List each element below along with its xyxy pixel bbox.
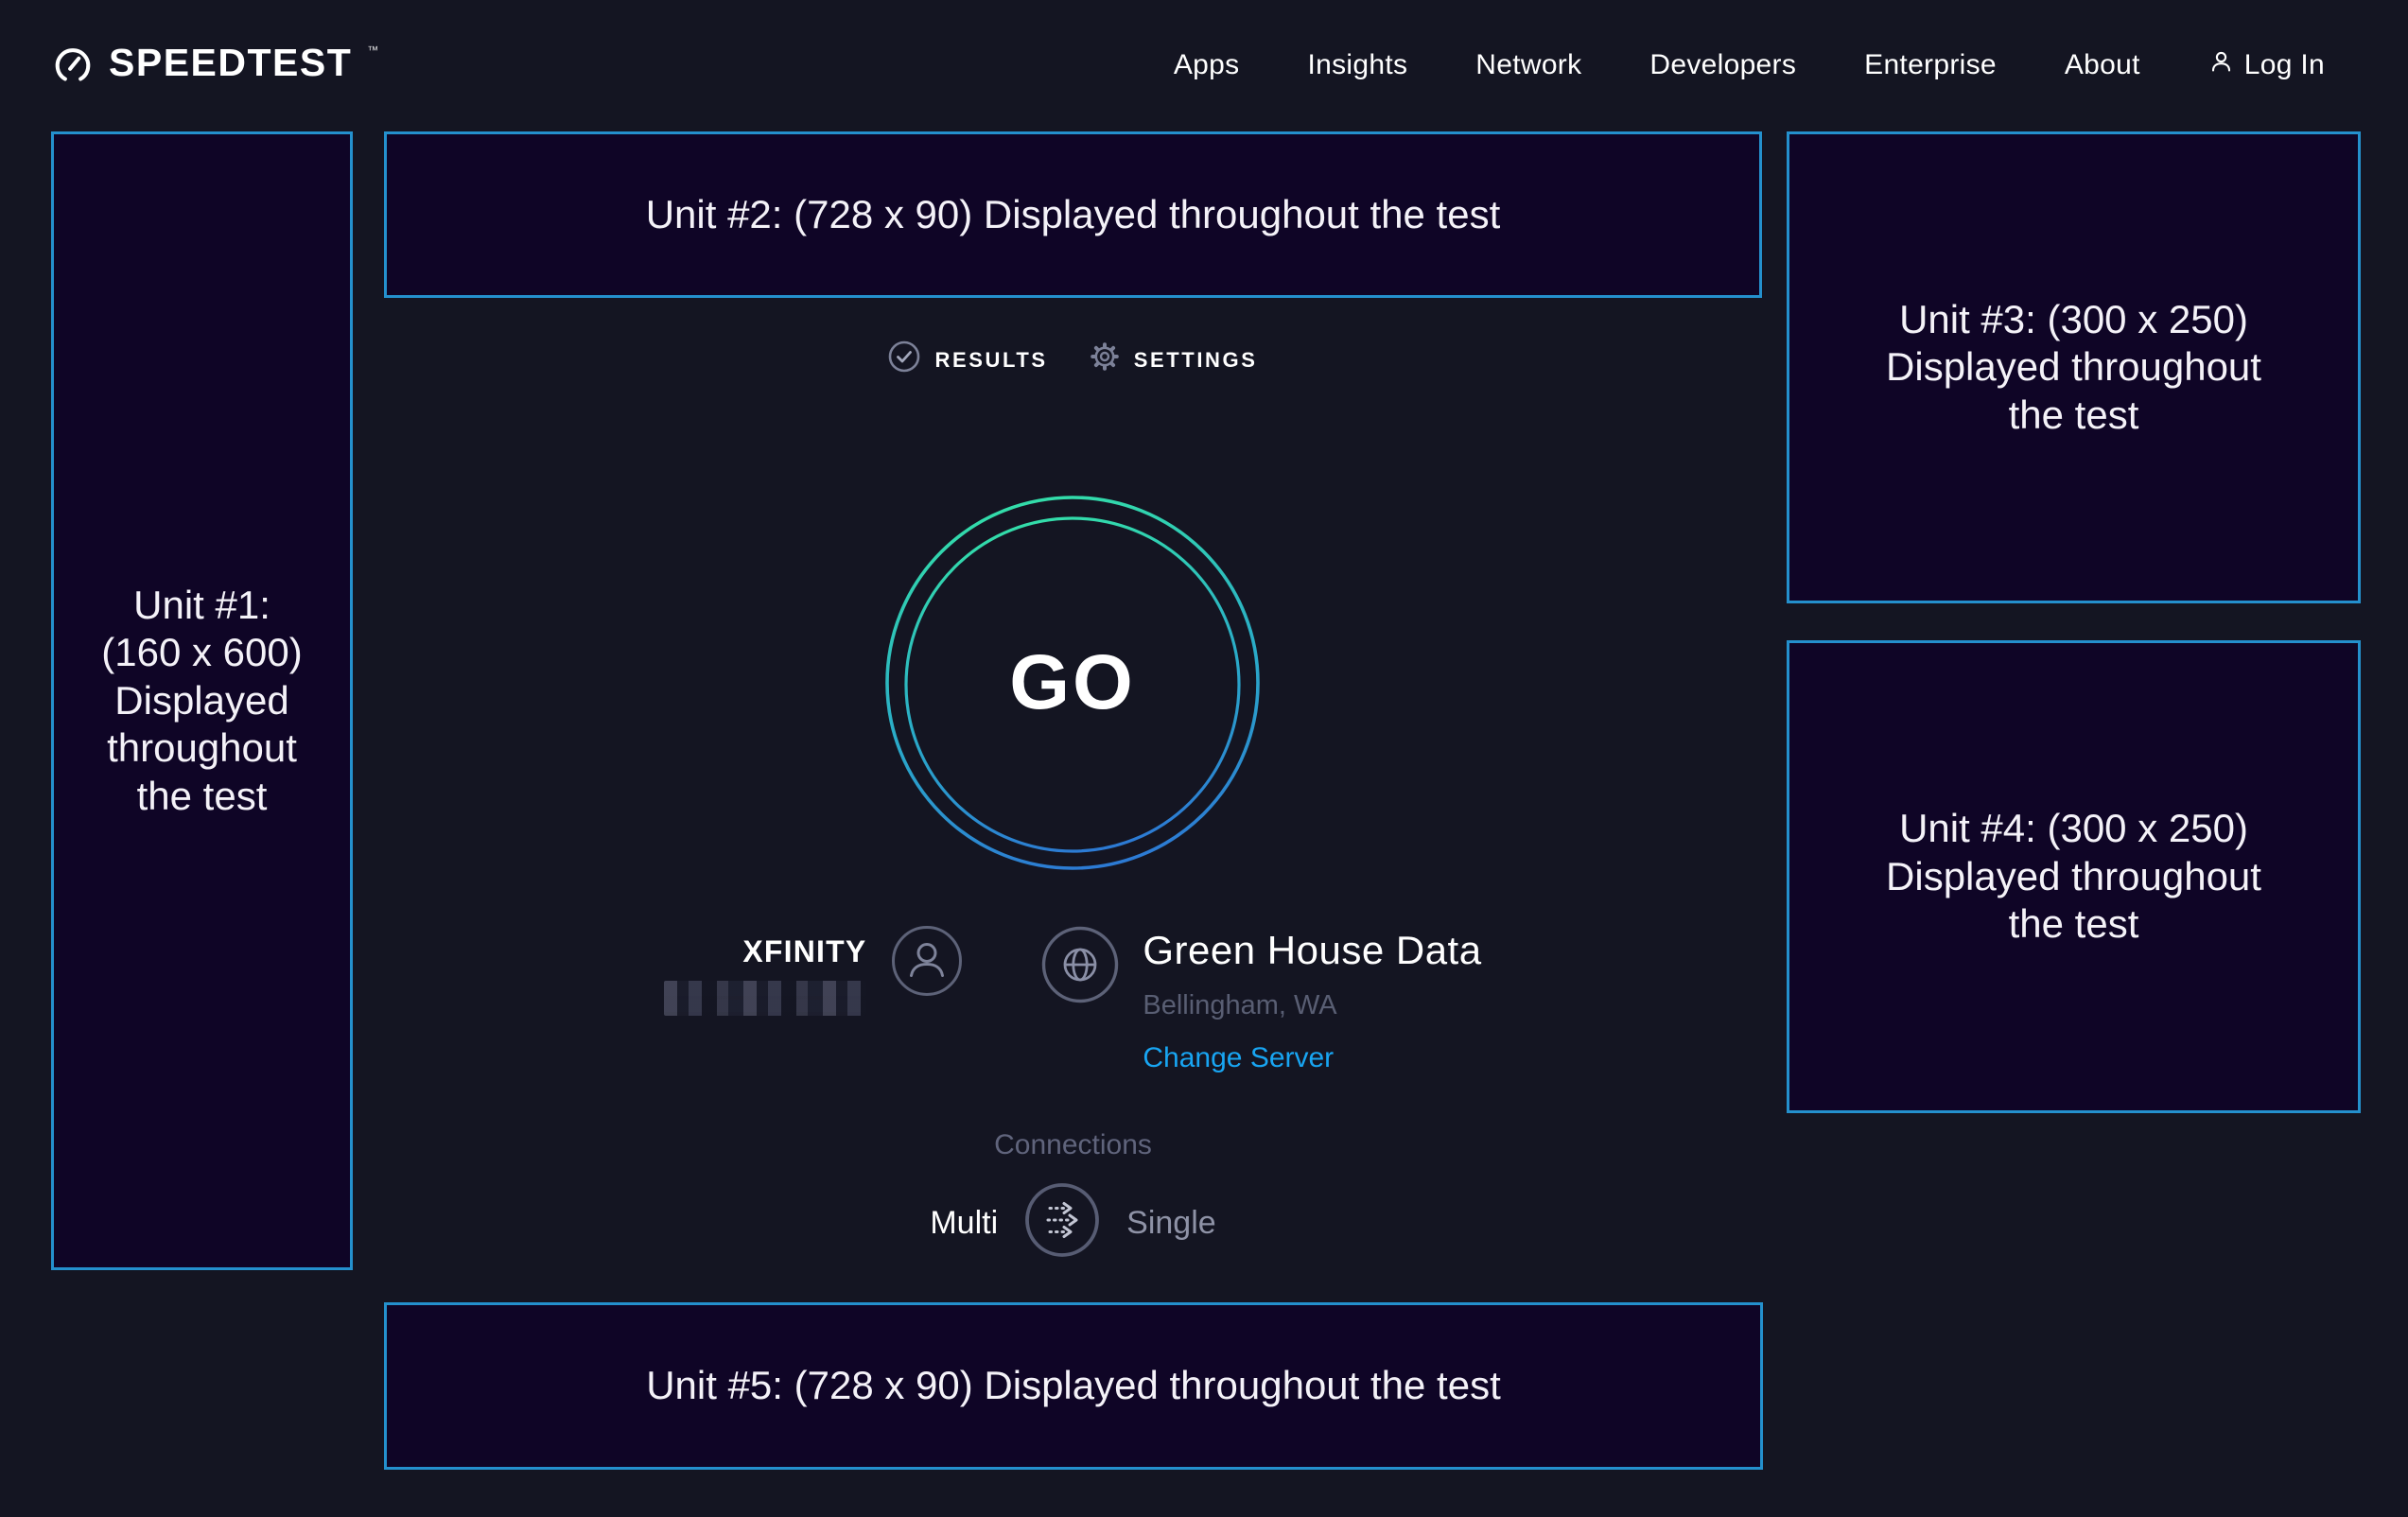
logo[interactable]: SPEEDTEST ™	[51, 40, 378, 92]
logo-text: SPEEDTEST	[109, 40, 352, 85]
ad-unit-5-text: Unit #5: (728 x 90) Displayed throughout…	[646, 1362, 1501, 1409]
server-name: Green House Data	[1143, 931, 1481, 970]
check-circle-icon	[888, 340, 920, 377]
header: SPEEDTEST ™ Apps Insights Network Develo…	[0, 0, 2408, 131]
ad-unit-4-text: Unit #4: (300 x 250) Displayed throughou…	[1860, 805, 2287, 948]
go-button-label: GO	[883, 494, 1262, 872]
nav-enterprise[interactable]: Enterprise	[1864, 49, 1997, 81]
multi-connection-toggle-icon[interactable]	[1024, 1182, 1100, 1263]
ad-unit-2: Unit #2: (728 x 90) Displayed throughout…	[384, 131, 1762, 298]
login-button[interactable]: Log In	[2208, 49, 2325, 82]
ad-unit-3-text: Unit #3: (300 x 250) Displayed throughou…	[1860, 296, 2287, 439]
connections-toggle-row: Multi Single	[930, 1182, 1215, 1263]
mode-multi[interactable]: Multi	[930, 1207, 998, 1239]
gear-icon	[1090, 341, 1120, 376]
server-column: Green House Data Bellingham, WA Change S…	[1143, 925, 1481, 1072]
nav-apps[interactable]: Apps	[1174, 49, 1240, 81]
connection-info-row: XFINITY	[384, 925, 1762, 1072]
speedtest-page: SPEEDTEST ™ Apps Insights Network Develo…	[0, 0, 2408, 1517]
isp-column: XFINITY	[664, 925, 866, 1016]
speedometer-gauge-icon	[51, 42, 95, 92]
nav-network[interactable]: Network	[1475, 49, 1581, 81]
ad-unit-1: Unit #1: (160 x 600) Displayed throughou…	[51, 131, 353, 1270]
change-server-link[interactable]: Change Server	[1143, 1044, 1481, 1072]
ad-unit-3: Unit #3: (300 x 250) Displayed throughou…	[1787, 131, 2361, 603]
nav-about[interactable]: About	[2065, 49, 2140, 81]
isp-info: XFINITY	[664, 925, 963, 1072]
main-nav: Apps Insights Network Developers Enterpr…	[1174, 49, 2325, 82]
connections-label: Connections	[994, 1131, 1152, 1160]
ad-unit-1-text: Unit #1: (160 x 600) Displayed throughou…	[96, 582, 308, 820]
globe-circle-icon	[1040, 925, 1120, 1009]
tab-results[interactable]: RESULTS	[888, 340, 1047, 377]
server-info: Green House Data Bellingham, WA Change S…	[1040, 925, 1481, 1072]
go-button[interactable]: GO	[883, 494, 1262, 872]
logo-trademark: ™	[367, 44, 378, 57]
ad-unit-2-text: Unit #2: (728 x 90) Displayed throughout…	[646, 191, 1501, 238]
connections-section: Connections Multi Single	[384, 1131, 1762, 1263]
ad-unit-5: Unit #5: (728 x 90) Displayed throughout…	[384, 1302, 1763, 1470]
tab-settings[interactable]: SETTINGS	[1090, 340, 1258, 377]
tab-settings-label: SETTINGS	[1134, 346, 1258, 373]
mode-single[interactable]: Single	[1126, 1207, 1216, 1239]
tab-results-label: RESULTS	[934, 346, 1047, 373]
user-icon	[2208, 49, 2234, 82]
isp-name: XFINITY	[742, 936, 866, 967]
redacted-ip-text	[664, 981, 866, 1016]
login-label: Log In	[2244, 49, 2325, 81]
nav-insights[interactable]: Insights	[1307, 49, 1407, 81]
isp-user-circle-icon	[891, 925, 963, 1002]
ad-unit-4: Unit #4: (300 x 250) Displayed throughou…	[1787, 640, 2361, 1113]
server-location: Bellingham, WA	[1143, 992, 1481, 1020]
nav-developers[interactable]: Developers	[1649, 49, 1796, 81]
tabs-bar: RESULTS	[384, 340, 1762, 377]
